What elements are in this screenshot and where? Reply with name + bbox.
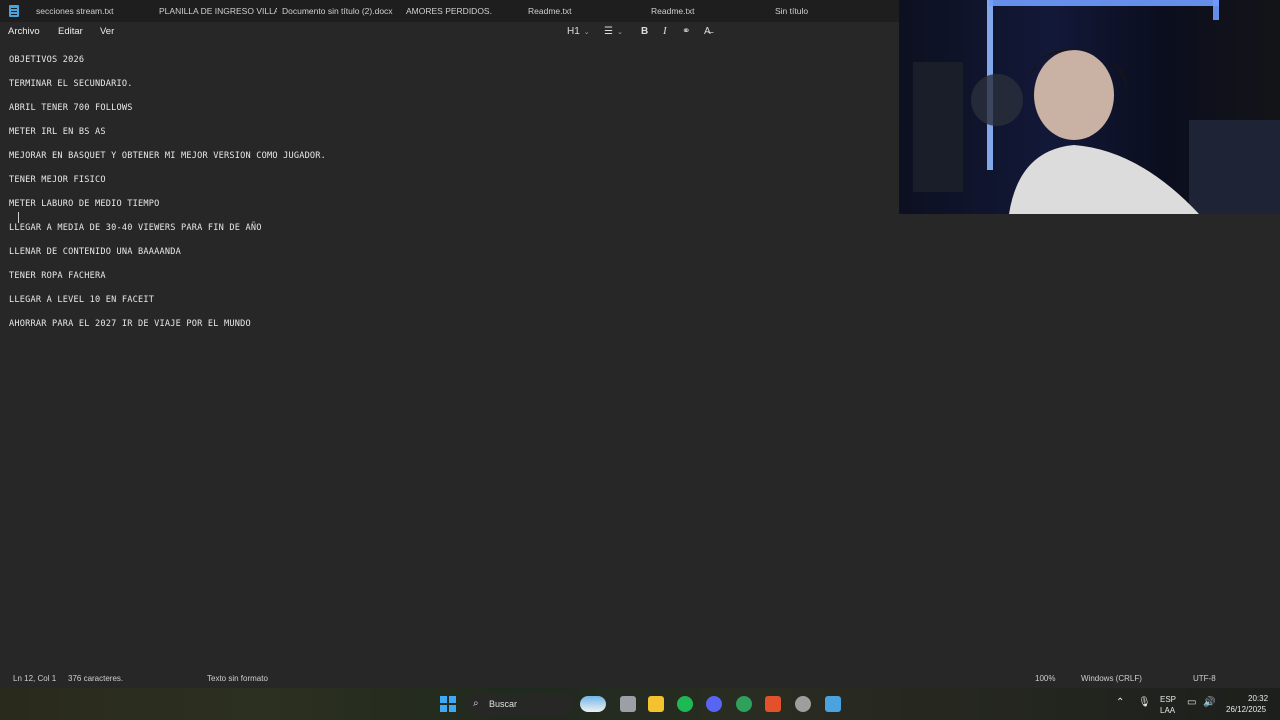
volume-icon[interactable]: 🔊 [1203,697,1215,708]
tab-label: secciones stream.txt [36,6,114,16]
format-indicator[interactable]: Texto sin formato [207,674,268,683]
bold-button[interactable]: B [641,26,648,37]
windows-start-icon[interactable] [440,696,456,712]
list-icon: ☰ [604,26,613,37]
editor-line: LLEGAR A LEVEL 10 EN FACEIT [9,295,155,305]
menu-archivo[interactable]: Archivo [8,26,40,37]
editor-line: TENER ROPA FACHERA [9,271,106,281]
tab-label: Sin título [775,6,809,16]
zoom-level[interactable]: 100% [1035,674,1055,683]
app-icon[interactable] [736,696,752,712]
editor-line: TERMINAR EL SECUNDARIO. [9,79,133,89]
search-label: Buscar [489,699,518,709]
editor-line: OBJETIVOS 2026 [9,55,85,65]
italic-button[interactable]: I [663,25,667,37]
tab-label: Readme.txt [528,6,572,16]
clock-date[interactable]: 26/12/2025 [1226,705,1266,714]
tab-readme-2[interactable]: Readme.txt [651,0,761,22]
language-top[interactable]: ESP [1160,695,1176,704]
taskbar: ⌕ Buscar ⌃ 🎙 ESP LAA ▭ 🔊 20:32 26/12/202… [0,688,1280,720]
taskbar-search[interactable]: ⌕ Buscar [465,693,575,715]
list-dropdown[interactable]: ☰ ⌄ [604,26,623,37]
tab-amores-perdidos[interactable]: AMORES PERDIDOS. [406,0,516,22]
file-explorer-icon[interactable] [648,696,664,712]
tab-sin-titulo[interactable]: Sin título [775,0,885,22]
text-cursor [18,212,19,223]
link-button[interactable]: ⚭ [682,26,690,37]
menu-ver[interactable]: Ver [100,26,114,37]
task-view-icon[interactable] [620,696,636,712]
heading-label: H1 [567,26,580,37]
webcam-overlay [899,0,1280,214]
chevron-down-icon: ⌄ [583,29,590,36]
tab-label: AMORES PERDIDOS. [406,6,492,16]
search-icon: ⌕ [473,698,479,709]
editor-line: ABRIL TENER 700 FOLLOWS [9,103,133,113]
editor-line: AHORRAR PARA EL 2027 IR DE VIAJE POR EL … [9,319,251,329]
tab-planilla[interactable]: PLANILLA DE INGRESO VILLA SE [159,0,277,22]
language-bottom[interactable]: LAA [1160,706,1175,715]
notepad-icon[interactable] [825,696,841,712]
editor-line: LLENAR DE CONTENIDO UNA BAAAANDA [9,247,181,257]
notepad-app-icon [9,5,19,17]
spotify-icon[interactable] [677,696,693,712]
editor-line: LLEGAR A MEDIA DE 30-40 VIEWERS PARA FIN… [9,223,262,233]
tab-label: Readme.txt [651,6,695,16]
brave-icon[interactable] [765,696,781,712]
menu-editar[interactable]: Editar [58,26,83,37]
editor-line: MEJORAR EN BASQUET Y OBTENER MI MEJOR VE… [9,151,327,161]
editor-line: METER LABURO DE MEDIO TIEMPO [9,199,160,209]
network-icon[interactable]: ▭ [1187,697,1196,708]
chevron-up-icon[interactable]: ⌃ [1116,697,1124,708]
tab-secciones-stream[interactable]: secciones stream.txt [36,0,146,22]
clock-time[interactable]: 20:32 [1248,694,1268,703]
widget-icon[interactable] [580,696,606,712]
discord-icon[interactable] [706,696,722,712]
line-ending[interactable]: Windows (CRLF) [1081,674,1142,683]
webcam-image [913,0,1280,214]
tab-documento[interactable]: Documento sin título (2).docx [282,0,400,22]
tab-label: PLANILLA DE INGRESO VILLA SE [159,6,277,16]
editor-line: TENER MEJOR FISICO [9,175,106,185]
tab-label: Documento sin título (2).docx [282,6,393,16]
microphone-icon[interactable]: 🎙 [1138,697,1151,708]
tab-readme-1[interactable]: Readme.txt [528,0,638,22]
obs-icon[interactable] [795,696,811,712]
cursor-position[interactable]: Ln 12, Col 1 [13,674,56,683]
editor-line: METER IRL EN BS AS [9,127,106,137]
encoding[interactable]: UTF-8 [1193,674,1216,683]
clear-formatting-button[interactable]: A̶ [704,26,711,37]
heading-dropdown[interactable]: H1 ⌄ [567,26,590,37]
chevron-down-icon: ⌄ [616,29,623,36]
status-bar: Ln 12, Col 1 376 caracteres. Texto sin f… [0,668,1280,688]
character-count: 376 caracteres. [68,674,124,683]
